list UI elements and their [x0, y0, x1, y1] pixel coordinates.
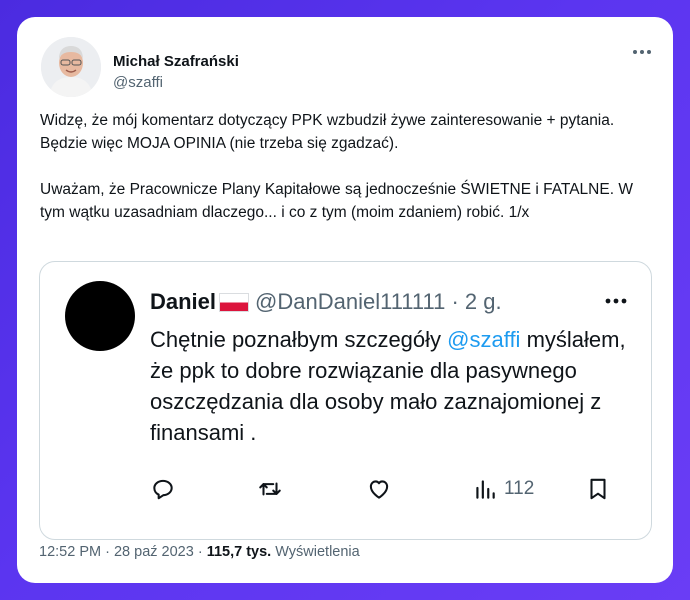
views-button[interactable]: 112	[472, 474, 534, 504]
separator: ·	[101, 544, 114, 560]
tweet-footer: 12:52 PM · 28 paź 2023 · 115,7 tys. Wyśw…	[39, 544, 360, 560]
tweet-paragraph: Widzę, że mój komentarz dotyczący PPK wz…	[40, 112, 615, 152]
bookmark-icon[interactable]	[585, 474, 611, 504]
quoted-author-avatar[interactable]	[65, 281, 135, 351]
reply-icon[interactable]	[150, 474, 176, 504]
views-count: 112	[504, 478, 535, 499]
author-handle[interactable]: @szaffi	[113, 74, 163, 91]
views-label: Wyświetlenia	[275, 544, 360, 560]
tweet-paragraph: Uważam, że Pracownicze Plany Kapitałowe …	[40, 181, 633, 221]
quoted-author-name[interactable]: Daniel	[150, 289, 216, 315]
tweet-text: Widzę, że mój komentarz dotyczący PPK wz…	[40, 109, 660, 224]
retweet-icon[interactable]	[257, 474, 283, 504]
separator: ·	[193, 544, 207, 560]
views-value: 115,7 tys.	[206, 544, 272, 560]
quoted-text-start: Chętnie poznałbym szczegóły	[150, 327, 448, 352]
tweet-time[interactable]: 12:52 PM	[39, 544, 101, 560]
author-name[interactable]: Michał Szafrański	[113, 53, 239, 70]
more-options-icon[interactable]	[629, 39, 655, 65]
quoted-more-options-icon[interactable]	[601, 288, 631, 314]
quoted-tweet-text: Chętnie poznałbym szczegóły @szaffi myśl…	[150, 324, 630, 448]
quoted-tweet-actions: 112	[150, 474, 630, 504]
heart-icon[interactable]	[366, 474, 392, 504]
quoted-tweet-header: Daniel @DanDaniel111111 · 2 g.	[150, 289, 502, 315]
bar-chart-icon	[476, 480, 495, 499]
quoted-author-handle-time[interactable]: @DanDaniel111111 · 2 g.	[255, 289, 502, 315]
mention-link[interactable]: @szaffi	[447, 327, 520, 352]
tweet-card: Michał Szafrański @szaffi Widzę, że mój …	[17, 17, 673, 583]
tweet-date[interactable]: 28 paź 2023	[114, 544, 194, 560]
quoted-tweet[interactable]: Daniel @DanDaniel111111 · 2 g. Chętnie p…	[39, 261, 652, 540]
flag-poland-icon	[219, 292, 250, 312]
author-avatar[interactable]	[41, 37, 101, 97]
